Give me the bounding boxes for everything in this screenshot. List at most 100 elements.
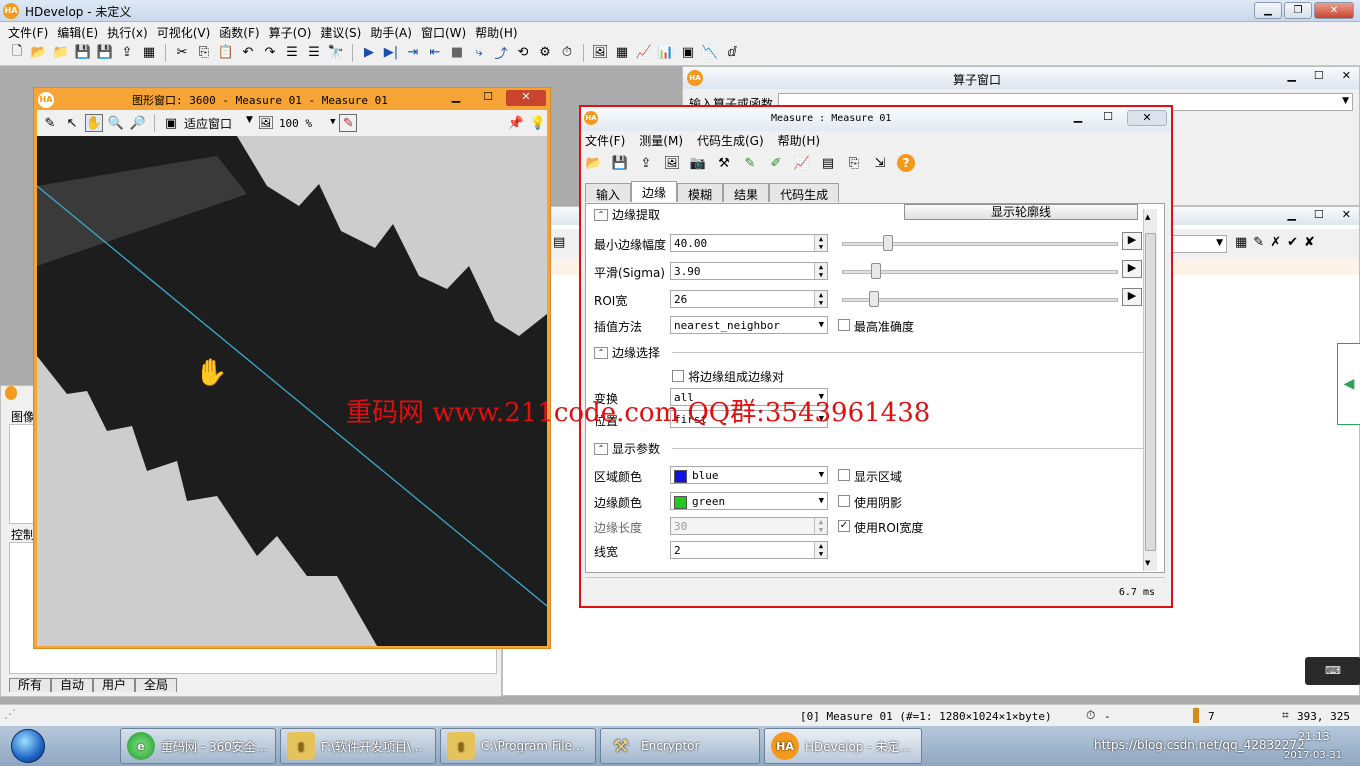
tab-edges[interactable]: 边缘 — [631, 181, 678, 202]
maximize-button[interactable]: ☐ — [1314, 208, 1324, 221]
spinner-icon[interactable]: ▲ ▼ — [814, 518, 827, 534]
copy-code-icon[interactable]: ⎘ — [845, 154, 863, 172]
taskbar-item-hdevelop[interactable]: HA HDevelop - 未定... — [764, 728, 922, 764]
roi-width-input[interactable]: 26 ▲ ▼ — [670, 290, 828, 308]
slider-thumb[interactable] — [883, 235, 893, 251]
spinner-icon[interactable]: ▲ ▼ — [814, 542, 827, 558]
export-icon[interactable]: ⇪ — [118, 44, 136, 62]
run-icon[interactable]: ▶ — [360, 44, 378, 62]
maximize-button[interactable]: ☐ — [1097, 110, 1119, 126]
open-image-icon[interactable]: 🖼 — [663, 154, 681, 172]
save-icon[interactable]: 💾 — [74, 44, 92, 62]
menu-visualize[interactable]: 可视化(V) — [155, 22, 218, 40]
open-recent-icon[interactable]: 📁 — [52, 44, 70, 62]
tab-fuzzy[interactable]: 模糊 — [677, 183, 724, 202]
hand-icon[interactable]: ✋ — [85, 114, 103, 132]
measure-menu-file[interactable]: 文件(F) — [585, 132, 625, 149]
min-amp-slider[interactable] — [842, 235, 1118, 251]
tab-auto[interactable]: 自动 — [51, 678, 94, 692]
start-button[interactable] — [2, 726, 54, 766]
new-file-icon[interactable]: 🗋 — [8, 44, 26, 62]
edge-pair-checkbox[interactable] — [672, 370, 684, 382]
menu-edit[interactable]: 编辑(E) — [55, 22, 105, 40]
graphics-window-icon[interactable]: 🖼 — [591, 44, 609, 62]
step-into-icon[interactable]: ⤷ — [470, 44, 488, 62]
minimize-button[interactable]: ▁ — [1254, 2, 1282, 19]
open-folder-icon[interactable]: 📂 — [585, 154, 603, 172]
pointer-icon[interactable]: ↖ — [63, 114, 81, 132]
cut-icon[interactable]: ✂ — [173, 44, 191, 62]
zoom-combo[interactable]: 100 % ▼ — [279, 117, 336, 130]
sigma-slider[interactable] — [842, 263, 1118, 279]
zoom-window-icon[interactable]: ▣ — [679, 44, 697, 62]
line-profile-icon[interactable]: 📈 — [635, 44, 653, 62]
tab-global[interactable]: 全局 — [135, 678, 178, 692]
histogram-icon[interactable]: 📊 — [657, 44, 675, 62]
measure-menu-codegen[interactable]: 代码生成(G) — [697, 132, 764, 149]
fit-window-combo[interactable]: 适应窗口 ▼ — [184, 115, 253, 132]
apply-min-amp-button[interactable]: ▶ — [1122, 232, 1142, 250]
apply-roi-width-button[interactable]: ▶ — [1122, 288, 1142, 306]
interpolation-select[interactable]: nearest_neighbor ▼ — [670, 316, 828, 334]
step-out-icon[interactable]: ⤴ — [492, 44, 510, 62]
outdent-icon[interactable]: ☰ — [305, 44, 323, 62]
clock-time[interactable]: 21:13 — [1298, 730, 1330, 743]
menu-execute[interactable]: 执行(x) — [105, 22, 154, 40]
menu-help[interactable]: 帮助(H) — [473, 22, 524, 40]
show-region-checkbox[interactable] — [838, 469, 850, 481]
line-width-input[interactable]: 2 ▲ ▼ — [670, 541, 828, 559]
tab-input[interactable]: 输入 — [585, 183, 632, 202]
feature-inspection-icon[interactable]: ⅆ — [723, 44, 741, 62]
fit-window-icon[interactable]: ▣ — [162, 114, 180, 132]
spinner-icon[interactable]: ▲ ▼ — [814, 263, 827, 279]
close-button[interactable]: ✕ — [1342, 69, 1351, 82]
expand-arrow-icon[interactable]: ◀ — [1337, 343, 1360, 425]
run-to-icon[interactable]: ▶| — [382, 44, 400, 62]
restore-button[interactable]: ❐ — [1284, 2, 1312, 19]
taskbar-item-encryptor[interactable]: ⚒ Encryptor — [600, 728, 760, 764]
taskbar-item-folder-1[interactable]: ▮ F:\软件开发项目\... — [280, 728, 436, 764]
tab-all[interactable]: 所有 — [9, 678, 52, 692]
shadow-checkbox[interactable] — [838, 495, 850, 507]
close-button[interactable]: ✕ — [506, 90, 546, 106]
maximize-button[interactable]: ☐ — [1314, 69, 1324, 82]
step-back-icon[interactable]: ⇤ — [426, 44, 444, 62]
zoom-in-icon[interactable]: 🔎 — [129, 114, 147, 132]
collapse-toggle-icon[interactable]: ⌃ — [594, 208, 608, 221]
delete-icon[interactable]: ✗ — [1270, 235, 1281, 250]
use-roi-width-checkbox[interactable]: ✓ — [838, 520, 850, 532]
tab-results[interactable]: 结果 — [723, 183, 770, 202]
feature-histogram-icon[interactable]: 📉 — [701, 44, 719, 62]
taskbar-item-folder-2[interactable]: ▮ C:\Program File... — [440, 728, 596, 764]
redo-icon[interactable]: ↷ — [261, 44, 279, 62]
menu-functions[interactable]: 函数(F) — [217, 22, 266, 40]
clock-date[interactable]: 2017-03-31 — [1284, 750, 1342, 761]
draw-roi-icon[interactable]: ✎ — [741, 154, 759, 172]
scroll-down-icon[interactable]: ▼ — [1145, 559, 1150, 567]
step-over-icon[interactable]: ⇥ — [404, 44, 422, 62]
graphics-canvas[interactable]: ✋ — [37, 136, 547, 646]
save-as-icon[interactable]: 💾 — [96, 44, 114, 62]
profile-plot-icon[interactable]: 📈 — [793, 154, 811, 172]
procedure-combo[interactable]: ▼ — [1171, 235, 1227, 253]
camera-icon[interactable]: 📷 — [689, 154, 707, 172]
min-amp-input[interactable]: 40.00 ▲ ▼ — [670, 234, 828, 252]
close-button[interactable]: ✕ — [1314, 2, 1354, 19]
reset-icon[interactable]: ⟲ — [514, 44, 532, 62]
insert-code-icon[interactable]: ⇲ — [871, 154, 889, 172]
show-contour-button[interactable]: 显示轮廓线 — [904, 204, 1138, 220]
lightbulb-icon[interactable]: 💡 — [529, 114, 547, 132]
menu-operators[interactable]: 算子(O) — [267, 22, 319, 40]
scroll-up-icon[interactable]: ▲ — [1145, 213, 1150, 221]
region-color-select[interactable]: blue ▼ — [670, 466, 828, 484]
minimize-button[interactable]: ▁ — [1287, 69, 1295, 82]
apply-icon[interactable]: ✔ — [1287, 235, 1298, 250]
indent-icon[interactable]: ☰ — [283, 44, 301, 62]
edit-icon[interactable]: ✎ — [1253, 235, 1264, 250]
max-precision-checkbox[interactable] — [838, 319, 850, 331]
minimize-button[interactable]: ▁ — [1067, 110, 1089, 126]
collapse-toggle-icon[interactable]: ⌃ — [594, 442, 608, 455]
edge-color-select[interactable]: green ▼ — [670, 492, 828, 510]
color-settings-icon[interactable]: ✎ — [339, 114, 358, 132]
undo-icon[interactable]: ↶ — [239, 44, 257, 62]
